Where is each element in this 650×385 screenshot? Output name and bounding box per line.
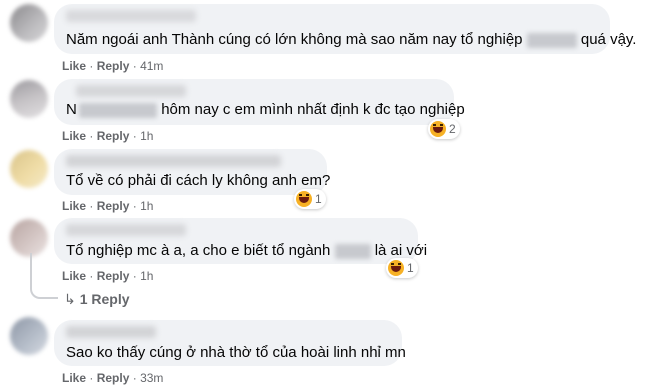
like-link[interactable]: Like [62,269,86,283]
replies-count-label: 1 Reply [79,291,130,307]
separator: · [89,269,94,283]
comment-actions: Like · Reply · 33m [62,371,163,385]
commenter-avatar[interactable] [10,4,48,42]
separator: · [89,371,94,385]
commenter-avatar[interactable] [10,150,48,188]
comment-text-part: Tổ nghiệp mc à a, a cho e biết tổ ngành [66,242,331,259]
comment-text-part: quá vậy. [580,31,637,48]
separator: · [132,269,137,283]
commenter-avatar[interactable] [10,317,48,355]
reaction-summary[interactable]: 1 [294,189,326,209]
separator: · [132,199,137,213]
comment-actions: Like · Reply · 1h [62,269,153,283]
like-link[interactable]: Like [62,199,86,213]
reaction-count: 1 [315,192,322,206]
reply-link[interactable]: Reply [97,129,130,143]
comment-text-part: Tổ về có phải đi cách ly không anh em? [66,172,331,189]
comment-text-part: Năm ngoái anh Thành cúng có lớn không mà… [66,31,523,48]
reply-link[interactable]: Reply [97,371,130,385]
comment-text: Năm ngoái anh Thành cúng có lớn không mà… [66,31,636,48]
comment-bubble: Tổ nghiệp mc à a, a cho e biết tổ ngành … [54,218,427,264]
reaction-summary[interactable]: 2 [428,119,460,139]
reply-link[interactable]: Reply [97,59,130,73]
comment-text: Tổ nghiệp mc à a, a cho e biết tổ ngành … [66,242,427,259]
separator: · [132,371,137,385]
reaction-count: 1 [407,261,414,275]
view-replies-link[interactable]: ↳ 1 Reply [64,291,130,308]
redacted-text [334,243,371,259]
comment-actions: Like · Reply · 1h [62,129,153,143]
like-link[interactable]: Like [62,59,86,73]
comment-actions: Like · Reply · 1h [62,199,153,213]
comment-actions: Like · Reply · 41m [62,59,163,73]
reaction-summary[interactable]: 1 [386,258,418,278]
comment-bubble: Sao ko thấy cúng ở nhà thờ tổ của hoài l… [54,320,406,366]
commenter-avatar[interactable] [10,219,48,257]
comment-text-part: là ai với [374,242,428,259]
haha-icon [296,191,312,207]
comment-timestamp[interactable]: 33m [140,371,163,385]
haha-icon [430,121,446,137]
separator: · [132,59,137,73]
reply-thread-line [30,253,58,299]
redacted-text [79,102,158,118]
comment-timestamp[interactable]: 1h [140,129,153,143]
comment-text: Sao ko thấy cúng ở nhà thờ tổ của hoài l… [66,344,406,361]
separator: · [89,129,94,143]
author-name-redacted[interactable] [66,155,281,167]
comment-timestamp[interactable]: 41m [140,59,163,73]
comment-bubble: Tổ về có phải đi cách ly không anh em? [54,149,330,195]
comment-text: Tổ về có phải đi cách ly không anh em? [66,172,330,189]
comment-bubble: Năm ngoái anh Thành cúng có lớn không mà… [54,4,636,54]
reaction-count: 2 [449,122,456,136]
author-name-redacted[interactable] [66,10,196,22]
comment-text-part: N [66,101,77,118]
redacted-text [526,32,577,48]
comment-timestamp[interactable]: 1h [140,199,153,213]
haha-icon [388,260,404,276]
reply-link[interactable]: Reply [97,199,130,213]
separator: · [132,129,137,143]
comment-timestamp[interactable]: 1h [140,269,153,283]
author-name-redacted[interactable] [66,224,186,236]
comment-bubble: N hôm nay c em mình nhất định k đc tạo n… [54,79,465,125]
separator: · [89,59,94,73]
commenter-avatar[interactable] [10,80,48,118]
comment-text: N hôm nay c em mình nhất định k đc tạo n… [66,101,465,118]
comment-text-part: hôm nay c em mình nhất định k đc tạo ngh… [161,101,465,118]
author-name-redacted[interactable] [66,326,156,338]
reply-link[interactable]: Reply [97,269,130,283]
like-link[interactable]: Like [62,371,86,385]
like-link[interactable]: Like [62,129,86,143]
author-name-redacted[interactable] [76,85,186,97]
reply-arrow-icon: ↳ [64,291,76,307]
comment-text-part: Sao ko thấy cúng ở nhà thờ tổ của hoài l… [66,344,406,361]
separator: · [89,199,94,213]
